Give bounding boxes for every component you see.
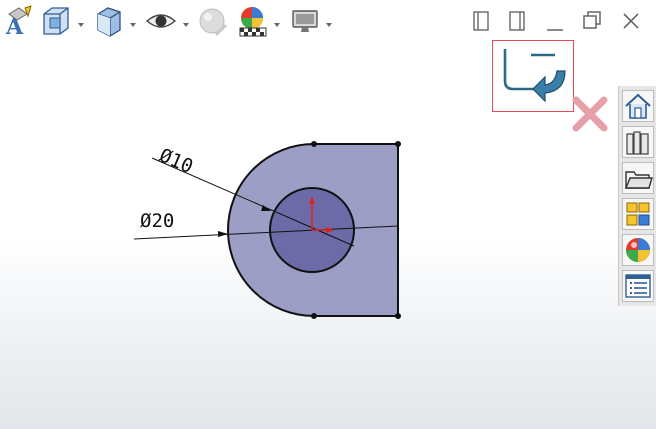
minimize-icon [547,29,563,31]
sketch-point[interactable] [311,141,317,147]
sketch-point[interactable] [311,313,317,319]
minimize-button[interactable] [540,6,570,36]
view-settings-button[interactable] [290,4,336,38]
view-orientation-icon: A [5,5,32,38]
dimension-label-d10[interactable]: Ø10 [156,144,196,178]
tile-left-button[interactable] [466,6,496,36]
edit-appearance-icon [199,8,227,36]
edit-appearance-button [197,4,231,38]
custom-properties-button[interactable] [622,270,654,302]
design-library-icon [626,131,649,155]
section-view-button[interactable] [40,4,86,38]
appearances-button[interactable] [622,234,654,266]
custom-properties-icon [625,274,651,298]
file-explorer-button[interactable] [622,162,654,194]
display-style-button[interactable] [94,4,140,38]
dimension-arrow [218,231,228,237]
close-icon [623,13,639,29]
hide-show-items-icon [145,14,189,28]
display-style-icon [97,7,136,37]
section-view-icon [43,7,84,35]
apply-scene-button[interactable] [238,4,284,38]
exit-sketch-button[interactable] [492,40,574,112]
file-explorer-icon [624,171,653,189]
hide-show-items-button[interactable] [145,4,191,38]
tile-right-button[interactable] [502,6,532,36]
tile-right-icon [509,11,525,31]
dimension-label-d20[interactable]: Ø20 [140,210,174,232]
cancel-button[interactable] [572,96,608,132]
view-settings-icon [292,10,332,32]
task-pane [618,86,656,306]
apply-scene-icon [239,7,280,37]
view-palette-icon [626,202,650,226]
restore-button[interactable] [578,6,608,36]
design-library-button[interactable] [622,126,654,158]
exit-sketch-icon [503,49,566,103]
home-button[interactable] [622,90,654,122]
sketch-point[interactable] [395,313,401,319]
view-palette-button[interactable] [622,198,654,230]
appearances-icon [626,238,650,262]
home-icon [625,93,651,119]
cancel-icon [572,96,608,132]
heads-up-toolbar: A [0,0,656,44]
close-button[interactable] [616,6,646,36]
view-orientation-button[interactable]: A [3,4,37,38]
restore-icon [583,11,601,29]
sketch-point[interactable] [395,141,401,147]
tile-left-icon [473,11,489,31]
